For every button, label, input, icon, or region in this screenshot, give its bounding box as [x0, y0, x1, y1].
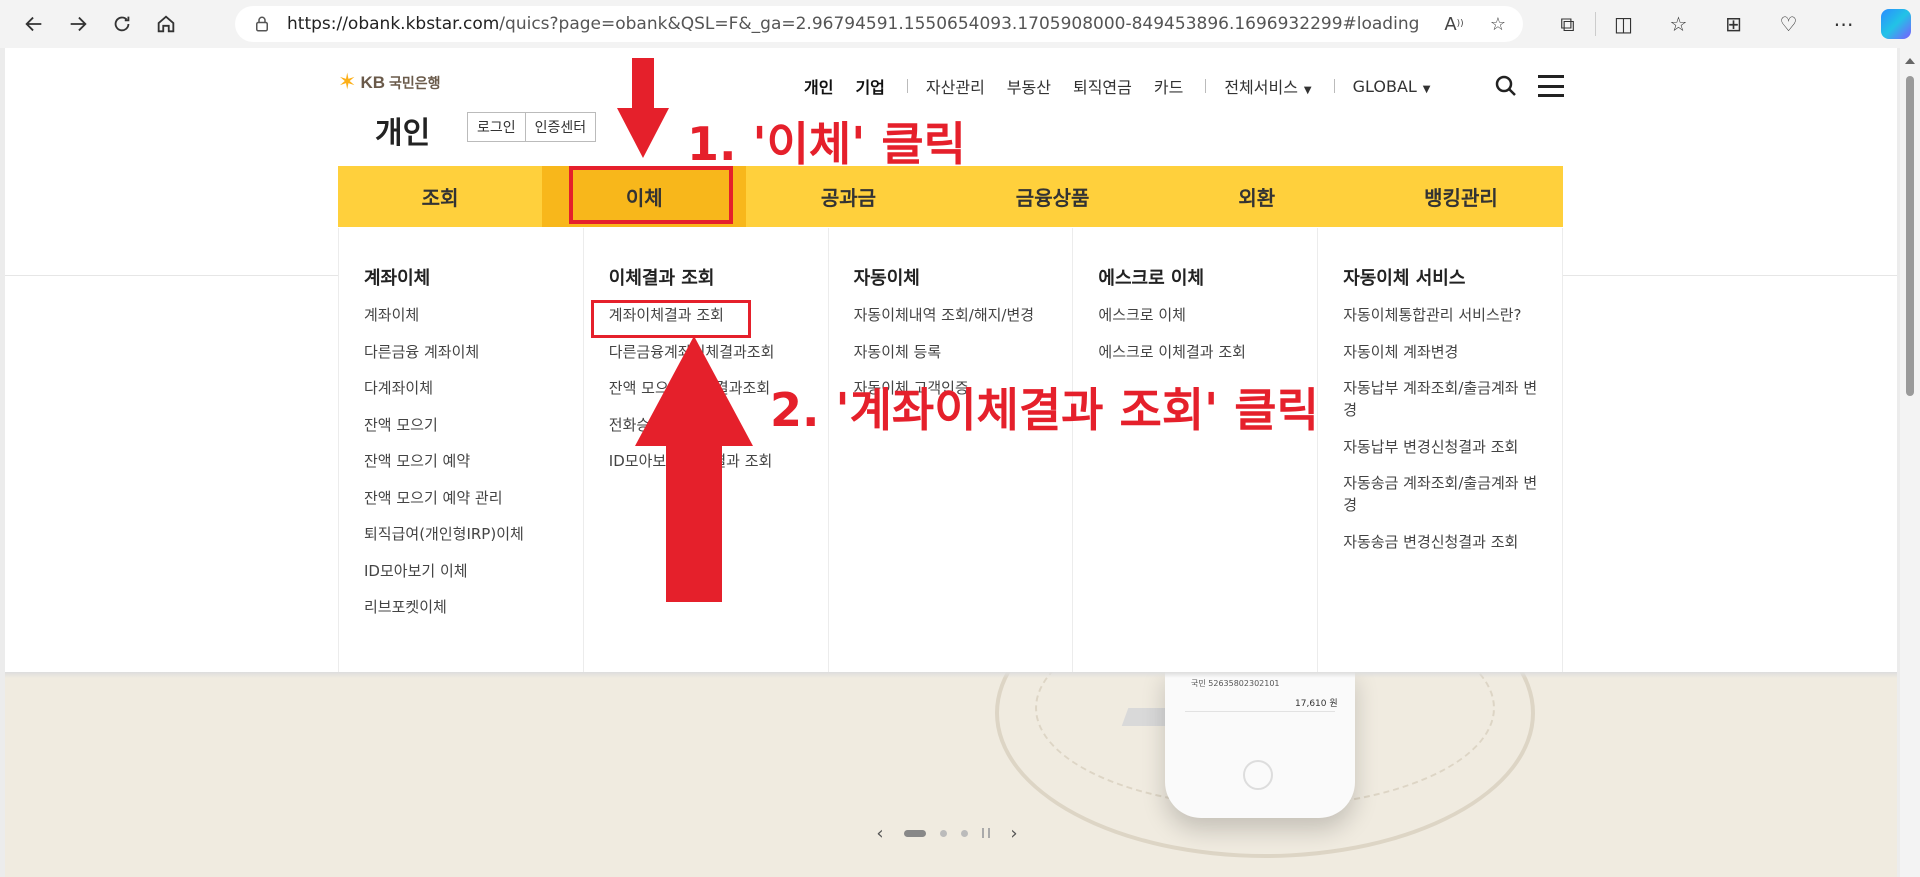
transfer-mega-menu: 계좌이체 계좌이체 다른금융 계좌이체 다계좌이체 잔액 모으기 잔액 모으기 …	[338, 228, 1563, 672]
kb-logo[interactable]: ✶ KB 국민은행	[338, 70, 441, 95]
slider-dot-active[interactable]	[904, 829, 926, 837]
top-nav-asset[interactable]: 자산관리	[926, 74, 985, 98]
menu-item[interactable]: 잔액 모으기	[364, 414, 564, 436]
menu-item[interactable]: 자동납부 변경신청결과 조회	[1343, 436, 1543, 458]
top-nav-real-estate[interactable]: 부동산	[1007, 74, 1051, 98]
tab-foreign-exchange[interactable]: 외환	[1155, 166, 1359, 227]
login-group: 로그인 인증센터	[467, 112, 597, 142]
top-nav: 개인 기업 자산관리 부동산 퇴직연금 카드 전체서비스 ▼ GLOBAL ▼	[804, 74, 1453, 98]
menu-item[interactable]: 잔액 모으기 예약 관리	[364, 487, 564, 509]
menu-shadow	[5, 672, 1897, 678]
collections-icon[interactable]: ⊞	[1706, 4, 1761, 44]
step-2-annotation: 2. '계좌이체결과 조회' 클릭	[770, 383, 1319, 437]
global-label: GLOBAL	[1352, 76, 1417, 96]
menu-item[interactable]: 계좌이체	[364, 304, 564, 326]
split-screen-icon[interactable]: ◫	[1596, 4, 1651, 44]
page-title: 개인	[375, 116, 431, 151]
browser-essentials-icon[interactable]: ♡	[1761, 4, 1816, 44]
menu-column-escrow: 에스크로 이체 에스크로 이체 에스크로 이체결과 조회	[1072, 228, 1317, 672]
phone-amount-text: 17,610 원	[1295, 699, 1338, 709]
menu-item[interactable]: 자동송금 계좌조회/출금계좌 변경	[1343, 472, 1543, 516]
top-nav-card[interactable]: 카드	[1154, 74, 1183, 98]
web-page: 국민 52635802302101 17,610 원 ✶ KB 국민은행 개인 …	[5, 48, 1897, 877]
scrollbar-thumb[interactable]	[1906, 76, 1914, 396]
more-icon[interactable]: ⋯	[1816, 4, 1871, 44]
page-scrollbar[interactable]	[1900, 48, 1920, 877]
menu-column-auto-transfer-service: 자동이체 서비스 자동이체통합관리 서비스란? 자동이체 계좌변경 자동납부 계…	[1317, 228, 1563, 672]
menu-item[interactable]: 자동송금 변경신청결과 조회	[1343, 531, 1543, 553]
kb-star-icon: ✶	[338, 70, 357, 95]
step-1-annotation: 1. '이체' 클릭	[687, 117, 966, 171]
menu-item[interactable]: 잔액 모으기 예약	[364, 450, 564, 472]
top-nav-pension[interactable]: 퇴직연금	[1073, 74, 1132, 98]
all-services-label: 전체서비스	[1224, 78, 1298, 97]
read-aloud-icon[interactable]: A))	[1443, 13, 1465, 35]
slider-dot[interactable]	[940, 829, 947, 837]
banner-slider-controls: ‹ ›	[870, 823, 1024, 844]
favorite-star-icon[interactable]: ☆	[1487, 13, 1509, 35]
nav-divider	[906, 79, 908, 93]
favorites-icon[interactable]: ☆	[1651, 4, 1706, 44]
top-nav-personal[interactable]: 개인	[804, 74, 833, 98]
nav-divider	[1333, 79, 1335, 93]
search-icon[interactable]	[1494, 74, 1518, 98]
menu-column-title[interactable]: 에스크로 이체	[1098, 264, 1317, 290]
url-text[interactable]: https://obank.kbstar.com/quics?page=oban…	[287, 14, 1419, 34]
caret-down-icon: ▼	[1422, 83, 1431, 95]
top-nav-global[interactable]: GLOBAL ▼	[1353, 77, 1431, 96]
menu-item[interactable]: 리브포켓이체	[364, 596, 564, 618]
menu-item[interactable]: 퇴직급여(개인형IRP)이체	[364, 523, 564, 545]
tab-utility-bills[interactable]: 공과금	[746, 166, 950, 227]
site-info-icon[interactable]	[253, 15, 271, 33]
forward-icon[interactable]	[56, 4, 100, 44]
menu-column-auto-transfer: 자동이체 자동이체내역 조회/해지/변경 자동이체 등록 자동이체 고객인증	[827, 228, 1073, 672]
hero-banner	[5, 672, 1897, 877]
highlight-account-transfer-result	[591, 300, 751, 338]
menu-item[interactable]: ID모아보기 이체	[364, 560, 564, 582]
menu-item[interactable]: 에스크로 이체	[1098, 304, 1298, 326]
logo-korean: 국민은행	[389, 75, 441, 92]
top-nav-all-services[interactable]: 전체서비스 ▼	[1224, 74, 1311, 98]
phone-home-button	[1243, 760, 1273, 790]
menu-item[interactable]: 자동이체 등록	[854, 341, 1054, 363]
chevron-right-icon[interactable]: ›	[1004, 823, 1024, 844]
top-nav-corporate[interactable]: 기업	[855, 74, 884, 98]
menu-column-title[interactable]: 이체결과 조회	[609, 264, 828, 290]
tab-inquiry[interactable]: 조회	[338, 166, 542, 227]
menu-column-account-transfer: 계좌이체 계좌이체 다른금융 계좌이체 다계좌이체 잔액 모으기 잔액 모으기 …	[338, 228, 583, 672]
logo-text: KB	[360, 72, 385, 92]
home-icon[interactable]	[144, 4, 188, 44]
extensions-icon[interactable]: ⧉	[1540, 4, 1595, 44]
menu-column-title[interactable]: 자동이체	[854, 264, 1073, 290]
tab-financial-products[interactable]: 금융상품	[951, 166, 1155, 227]
menu-item[interactable]: 자동이체 계좌변경	[1343, 341, 1543, 363]
menu-item[interactable]: 자동이체내역 조회/해지/변경	[854, 304, 1054, 326]
red-up-arrow-icon	[635, 336, 753, 602]
main-nav: 조회 이체 공과금 금융상품 외환 뱅킹관리	[338, 166, 1563, 227]
pause-icon[interactable]	[982, 828, 990, 838]
chevron-left-icon[interactable]: ‹	[870, 823, 890, 844]
menu-item[interactable]: 에스크로 이체결과 조회	[1098, 341, 1298, 363]
nav-divider	[1205, 79, 1207, 93]
menu-column-title[interactable]: 계좌이체	[364, 264, 583, 290]
menu-item[interactable]: 다계좌이체	[364, 377, 564, 399]
address-bar[interactable]: https://obank.kbstar.com/quics?page=oban…	[235, 6, 1523, 42]
hamburger-menu-icon[interactable]	[1538, 75, 1564, 97]
caret-down-icon: ▼	[1303, 85, 1312, 96]
back-icon[interactable]	[12, 4, 56, 44]
slider-dot[interactable]	[961, 829, 968, 837]
copilot-icon[interactable]	[1881, 9, 1911, 39]
menu-item[interactable]: 다른금융 계좌이체	[364, 341, 564, 363]
tab-banking-management[interactable]: 뱅킹관리	[1359, 166, 1563, 227]
login-button[interactable]: 로그인	[468, 113, 525, 141]
menu-column-title[interactable]: 자동이체 서비스	[1343, 264, 1562, 290]
menu-item[interactable]: 자동납부 계좌조회/출금계좌 변경	[1343, 377, 1543, 421]
refresh-icon[interactable]	[100, 4, 144, 44]
red-down-arrow-icon	[617, 58, 669, 158]
menu-item[interactable]: 자동이체통합관리 서비스란?	[1343, 304, 1543, 326]
highlight-transfer-tab	[569, 166, 733, 224]
cert-center-button[interactable]: 인증센터	[524, 113, 596, 141]
scroll-up-icon[interactable]	[1905, 58, 1915, 64]
